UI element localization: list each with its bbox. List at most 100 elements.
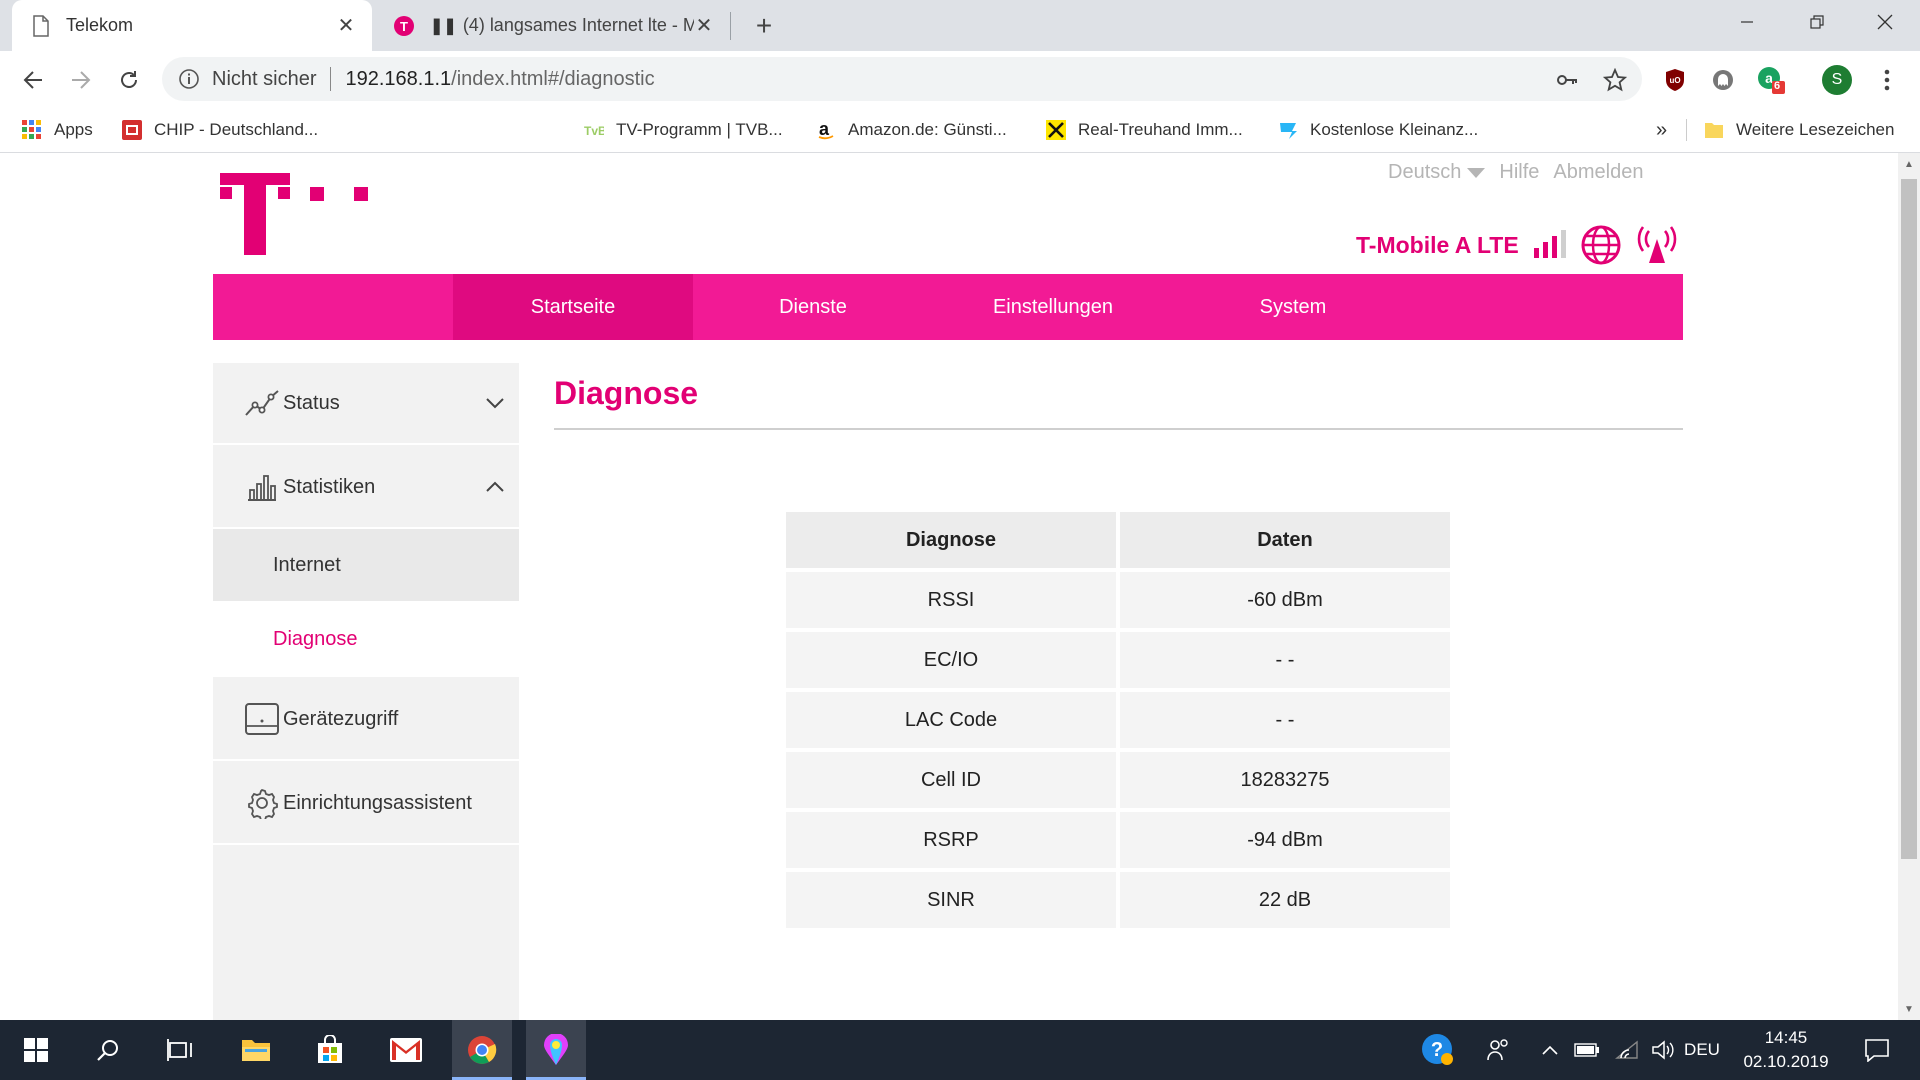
sidebar-item-status[interactable]: Status: [213, 363, 519, 445]
bookmarks-overflow-button[interactable]: »: [1656, 107, 1667, 153]
reload-button[interactable]: [114, 65, 144, 95]
logout-link[interactable]: Abmelden: [1553, 161, 1643, 184]
bookmark-chip[interactable]: CHIP - Deutschland...: [122, 107, 318, 153]
bookmark-label: TV-Programm | TVB...: [616, 120, 783, 139]
chevron-up-icon: [483, 475, 507, 499]
chevron-down-icon: [483, 391, 507, 415]
sidebar-subitem-internet[interactable]: Internet: [213, 529, 519, 601]
language-label: Deutsch: [1388, 161, 1462, 183]
tab-telekom[interactable]: Telekom ✕: [12, 0, 372, 51]
maps-app-button[interactable]: [526, 1020, 586, 1080]
operator-name: T-Mobile A LTE: [1356, 231, 1519, 258]
nav-dienste[interactable]: Dienste: [693, 274, 933, 340]
nav-startseite[interactable]: Startseite: [453, 274, 693, 340]
forward-button[interactable]: [66, 65, 96, 95]
wifi-antenna-icon: [1637, 226, 1676, 263]
wifi-icon[interactable]: [1612, 1020, 1642, 1080]
close-tab-icon[interactable]: ✕: [336, 15, 356, 37]
address-bar[interactable]: Nicht sicher 192.168.1.1/index.html#/dia…: [162, 57, 1642, 101]
scroll-down-icon[interactable]: ▼: [1903, 1004, 1915, 1016]
signal-strength-icon: [1533, 230, 1566, 258]
minimize-icon: [1741, 21, 1753, 23]
device-icon: [243, 700, 281, 738]
profile-avatar[interactable]: S: [1822, 65, 1852, 95]
info-icon[interactable]: [178, 68, 200, 90]
mail-icon: [390, 1038, 422, 1062]
notifications-button[interactable]: [1852, 1020, 1902, 1080]
task-view-button[interactable]: [150, 1020, 210, 1080]
sidebar: Status Statistiken Internet Diagnose Ger…: [213, 363, 519, 1020]
svg-text:uO: uO: [1669, 76, 1680, 85]
url-path: /index.html#/diagnostic: [451, 67, 655, 90]
svg-text:TvB: TvB: [584, 124, 604, 138]
address-divider: [330, 67, 332, 91]
language-select[interactable]: Deutsch: [1388, 161, 1486, 184]
menu-button[interactable]: [1872, 65, 1902, 95]
ghostery-icon[interactable]: [1708, 65, 1738, 95]
table-row: RSSI -60 dBm: [786, 572, 1450, 628]
bookmark-apps[interactable]: Apps: [22, 107, 93, 153]
bookmark-star-icon[interactable]: [1602, 67, 1628, 93]
store-button[interactable]: [300, 1020, 360, 1080]
chrome-icon: [468, 1036, 497, 1064]
ublock-icon[interactable]: uO: [1660, 65, 1690, 95]
password-key-icon[interactable]: [1554, 67, 1580, 93]
bookmark-real-treuhand[interactable]: Real-Treuhand Imm...: [1046, 107, 1243, 153]
table-row: Cell ID 18283275: [786, 752, 1450, 808]
sidebar-item-geraetezugriff[interactable]: Gerätezugriff: [213, 679, 519, 761]
bookmark-tv-programm[interactable]: TvB TV-Programm | TVB...: [584, 107, 783, 153]
chrome-button[interactable]: [452, 1020, 512, 1080]
sidebar-item-label: Status: [283, 391, 340, 414]
amazon-icon: a: [816, 120, 836, 140]
restore-button[interactable]: [1794, 0, 1840, 44]
reload-icon: [121, 71, 137, 88]
tab-divider: [730, 12, 731, 40]
sidebar-item-einrichtungsassistent[interactable]: Einrichtungsassistent: [213, 763, 519, 845]
extension-badge-count: 6: [1774, 80, 1781, 92]
willhaben-icon: [1278, 120, 1298, 140]
extension-badge-icon[interactable]: a 6: [1756, 65, 1786, 95]
search-icon: [97, 1040, 118, 1061]
back-button[interactable]: [18, 65, 48, 95]
sidebar-subitem-diagnose[interactable]: Diagnose: [213, 601, 519, 677]
file-explorer-button[interactable]: [226, 1020, 286, 1080]
sidebar-item-statistiken[interactable]: Statistiken: [213, 447, 519, 529]
page-title: Diagnose: [554, 375, 699, 411]
sidebar-item-label: Einrichtungsassistent: [283, 791, 472, 814]
nav-einstellungen[interactable]: Einstellungen: [933, 274, 1173, 340]
svg-text:T: T: [400, 19, 408, 34]
clock-time: 14:45: [1764, 1028, 1808, 1047]
nav-system[interactable]: System: [1173, 274, 1413, 340]
table-row: EC/IO - -: [786, 632, 1450, 688]
top-links: Deutsch Hilfe Abmelden: [1388, 161, 1643, 184]
close-tab-icon[interactable]: ✕: [694, 15, 714, 37]
system-clock[interactable]: 14:45 02.10.2019: [1726, 1026, 1846, 1074]
battery-icon[interactable]: [1572, 1020, 1602, 1080]
help-tray-button[interactable]: ?: [1416, 1020, 1460, 1080]
help-link[interactable]: Hilfe: [1499, 161, 1539, 184]
tab-title: Telekom: [66, 15, 134, 35]
cell-daten: 22 dB: [1120, 872, 1450, 928]
cell-diagnose: LAC Code: [786, 692, 1116, 748]
bookmark-amazon[interactable]: a Amazon.de: Günsti...: [816, 107, 1007, 153]
scrollbar-thumb[interactable]: [1901, 179, 1917, 859]
cell-diagnose: Cell ID: [786, 752, 1116, 808]
gmail-button[interactable]: [376, 1020, 436, 1080]
show-hidden-icons-button[interactable]: [1538, 1020, 1562, 1080]
people-button[interactable]: [1478, 1020, 1518, 1080]
search-button[interactable]: [78, 1020, 138, 1080]
input-language-indicator[interactable]: DEU: [1682, 1020, 1722, 1080]
browser-tab-strip: Telekom ✕ T ❚❚ (4) langsames Internet lt…: [0, 0, 1920, 51]
tab-forum[interactable]: T ❚❚ (4) langsames Internet lte - Mo ✕: [374, 0, 730, 51]
start-button[interactable]: [6, 1020, 66, 1080]
scroll-up-icon[interactable]: ▲: [1903, 159, 1915, 171]
new-tab-button[interactable]: +: [750, 10, 778, 41]
windows-logo-icon: [24, 1038, 48, 1062]
other-bookmarks[interactable]: Weitere Lesezeichen: [1704, 107, 1894, 153]
close-window-button[interactable]: [1862, 0, 1908, 44]
bookmark-label: Weitere Lesezeichen: [1736, 120, 1895, 139]
minimize-button[interactable]: [1724, 0, 1770, 44]
bookmark-kleinanzeigen[interactable]: Kostenlose Kleinanz...: [1278, 107, 1478, 153]
volume-icon[interactable]: [1648, 1020, 1678, 1080]
page-scrollbar[interactable]: ▲ ▼: [1898, 153, 1920, 1020]
